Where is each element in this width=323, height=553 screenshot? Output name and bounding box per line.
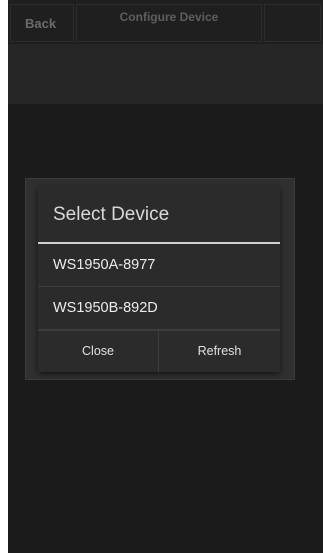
close-button[interactable]: Close bbox=[38, 331, 159, 372]
device-label: WS1950B-892D bbox=[53, 300, 158, 316]
select-device-dialog: Select Device WS1950A-8977 WS1950B-892D … bbox=[38, 186, 280, 372]
sub-header-bar bbox=[8, 44, 323, 104]
refresh-button[interactable]: Refresh bbox=[159, 331, 280, 372]
device-label: WS1950A-8977 bbox=[53, 257, 156, 273]
device-list-item[interactable]: WS1950B-892D bbox=[38, 287, 280, 330]
top-nav-bar: Back Configure Device bbox=[8, 0, 323, 44]
back-button[interactable]: Back bbox=[10, 4, 74, 42]
right-nav-segment[interactable] bbox=[264, 4, 321, 42]
dialog-title: Select Device bbox=[53, 204, 170, 225]
device-list-item[interactable]: WS1950A-8977 bbox=[38, 244, 280, 287]
title-segment: Configure Device bbox=[76, 4, 262, 42]
dialog-button-row: Close Refresh bbox=[38, 330, 280, 372]
page-title: Configure Device bbox=[119, 10, 219, 24]
